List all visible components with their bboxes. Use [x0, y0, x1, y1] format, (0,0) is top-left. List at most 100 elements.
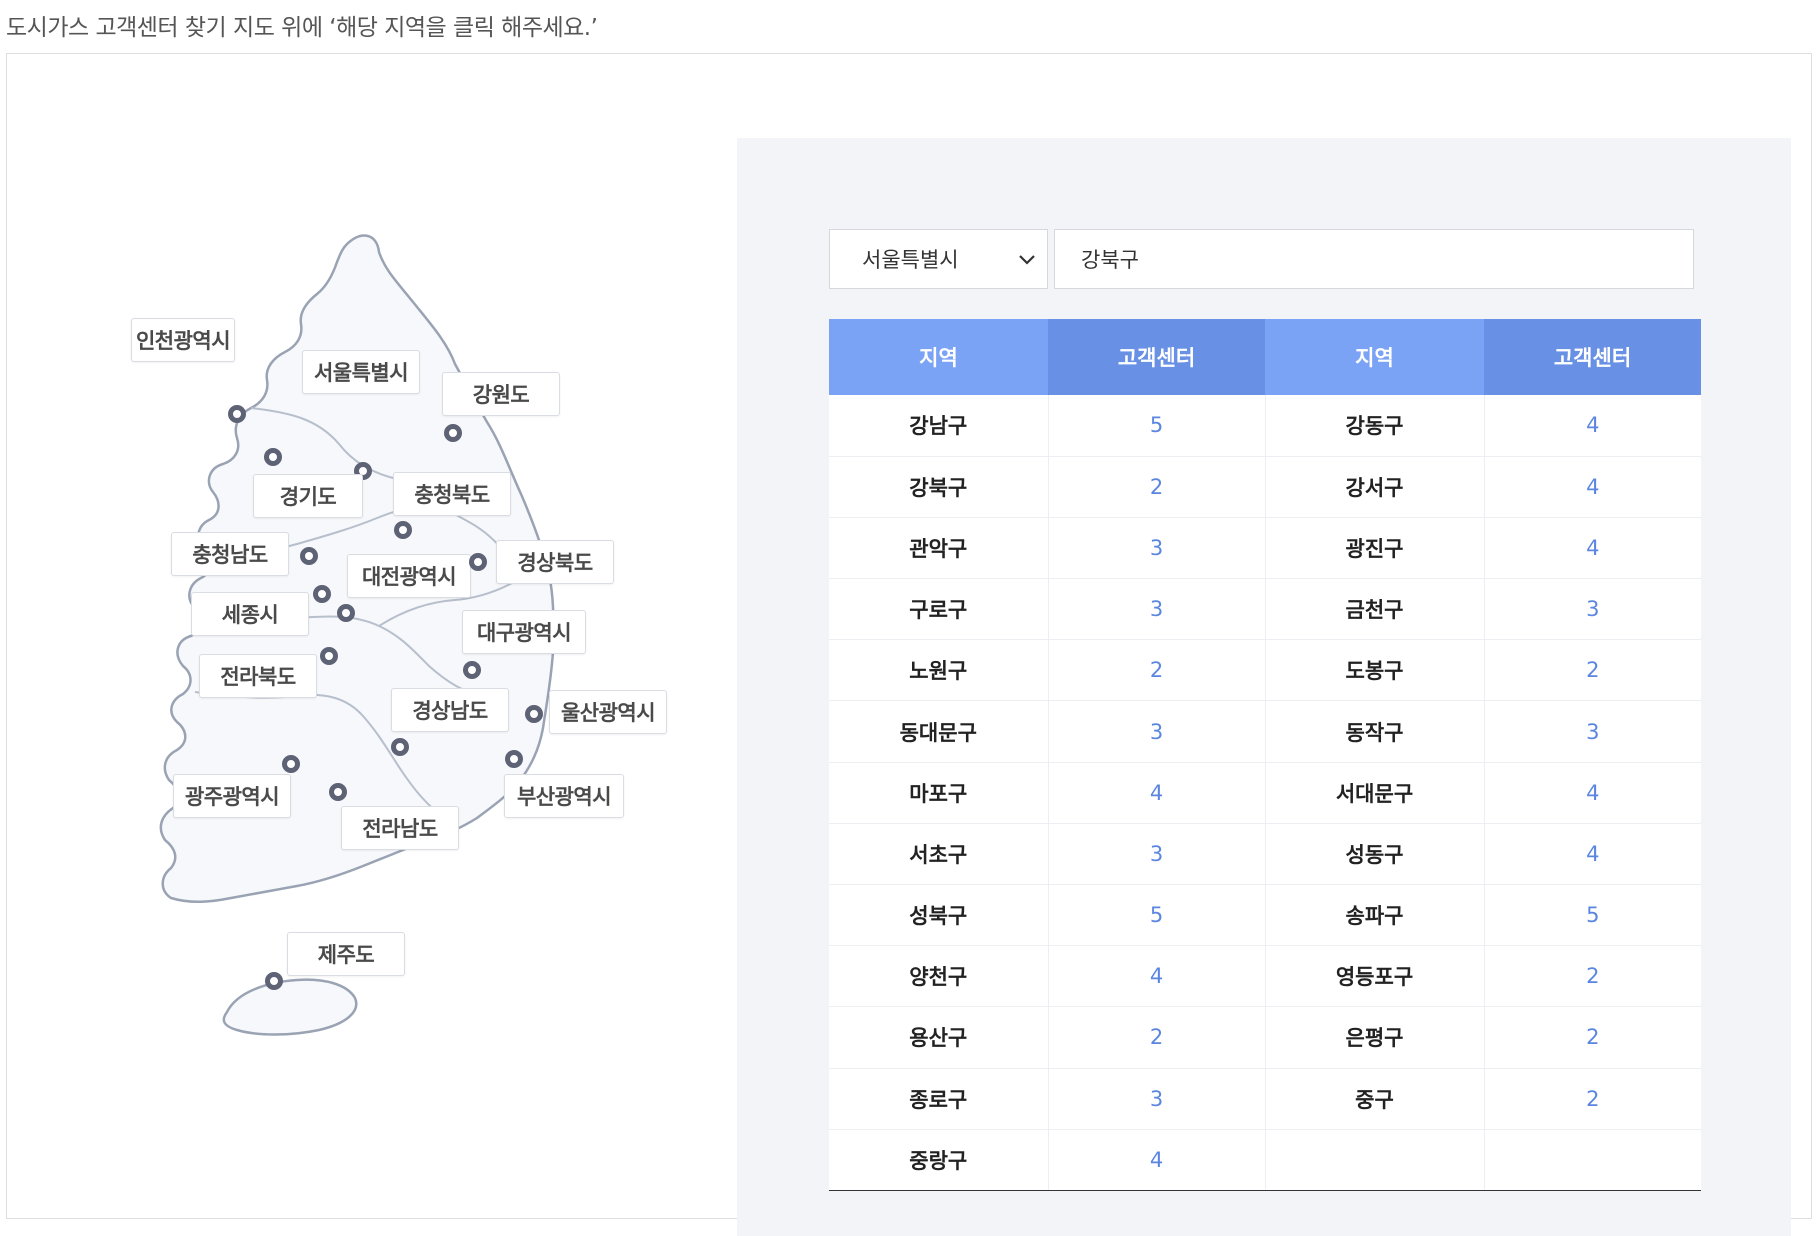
district-cell[interactable]: 중구	[1265, 1068, 1485, 1130]
district-cell[interactable]: 광진구	[1265, 517, 1485, 580]
region-label-incheon[interactable]: 인천광역시	[131, 318, 235, 362]
korea-map[interactable]: 인천광역시 서울특별시 강원도 경기도 충청북도 충청남도 대전광역시 경상북도…	[131, 222, 697, 1042]
region-label-jeonnam[interactable]: 전라남도	[341, 806, 459, 850]
pin-icon-gwangju[interactable]	[282, 755, 300, 773]
region-label-busan[interactable]: 부산광역시	[504, 774, 624, 818]
pin-icon-jeonnam[interactable]	[329, 783, 347, 801]
region-label-ulsan[interactable]: 울산광역시	[549, 690, 667, 734]
district-cell[interactable]: 동작구	[1265, 700, 1485, 763]
column-header-region-2: 지역	[1265, 319, 1484, 395]
district-cell[interactable]: 동대문구	[829, 700, 1049, 763]
district-cell[interactable]: 강동구	[1265, 395, 1485, 457]
district-cell[interactable]: 강남구	[829, 395, 1049, 457]
table-row: 관악구 3 광진구 4	[829, 517, 1701, 580]
district-cell[interactable]: 관악구	[829, 517, 1049, 580]
district-cell[interactable]: 구로구	[829, 578, 1049, 641]
page-intro-text: 도시가스 고객센터 찾기 지도 위에 ‘해당 지역을 클릭 해주세요.’	[6, 15, 598, 41]
pin-icon-gyeongbuk[interactable]	[469, 553, 487, 571]
region-label-sejong[interactable]: 세종시	[191, 592, 309, 636]
center-count-cell: 4	[1484, 395, 1701, 457]
pin-icon-daegu[interactable]	[463, 661, 481, 679]
district-cell[interactable]: 서초구	[829, 823, 1049, 886]
region-label-daejeon[interactable]: 대전광역시	[347, 554, 471, 598]
center-count-cell: 5	[1048, 884, 1266, 947]
table-row: 양천구 4 영등포구 2	[829, 945, 1701, 1008]
pin-icon-daejeon[interactable]	[313, 585, 331, 603]
center-count-cell: 4	[1484, 456, 1701, 518]
pin-icon-seoul[interactable]	[264, 448, 282, 466]
center-count-cell: 5	[1484, 884, 1701, 947]
district-cell[interactable]: 금천구	[1265, 578, 1485, 641]
district-cell[interactable]: 강서구	[1265, 456, 1485, 518]
district-cell[interactable]: 도봉구	[1265, 639, 1485, 702]
center-count-cell	[1484, 1129, 1701, 1191]
center-count-cell: 3	[1048, 823, 1266, 886]
district-cell[interactable]: 서대문구	[1265, 762, 1485, 824]
center-count-cell: 2	[1484, 945, 1701, 1008]
district-cell[interactable]: 강북구	[829, 456, 1049, 518]
table-row: 성북구 5 송파구 5	[829, 884, 1701, 947]
region-label-jeonbuk[interactable]: 전라북도	[199, 654, 317, 698]
table-row: 강북구 2 강서구 4	[829, 456, 1701, 518]
region-label-daegu[interactable]: 대구광역시	[462, 610, 586, 654]
center-count-cell: 3	[1048, 700, 1266, 763]
pin-icon-ulsan[interactable]	[525, 705, 543, 723]
district-cell[interactable]: 송파구	[1265, 884, 1485, 947]
results-panel: 서울특별시 강북구 지역 고객센터 지역 고객센터 강남구 5 강동구 4 강북구 2 강서…	[737, 138, 1791, 1236]
region-label-gwangju[interactable]: 광주광역시	[173, 774, 291, 818]
center-count-cell: 3	[1484, 578, 1701, 641]
column-header-centers-2: 고객센터	[1484, 319, 1701, 395]
district-cell[interactable]: 성동구	[1265, 823, 1485, 886]
center-count-cell: 4	[1048, 1129, 1266, 1191]
district-cell[interactable]: 은평구	[1265, 1006, 1485, 1069]
region-label-seoul[interactable]: 서울특별시	[302, 350, 420, 394]
pin-icon-jeonbuk[interactable]	[320, 647, 338, 665]
table-row: 노원구 2 도봉구 2	[829, 639, 1701, 702]
center-count-cell: 2	[1484, 1068, 1701, 1130]
region-label-gyeonggi[interactable]: 경기도	[253, 474, 363, 518]
pin-icon-sejong[interactable]	[337, 604, 355, 622]
center-count-cell: 3	[1484, 700, 1701, 763]
center-count-cell: 4	[1484, 762, 1701, 824]
center-count-cell: 3	[1048, 1068, 1266, 1130]
center-count-cell: 4	[1484, 823, 1701, 886]
center-count-cell: 4	[1484, 517, 1701, 580]
chevron-down-icon	[1019, 255, 1035, 265]
center-count-cell: 4	[1048, 945, 1266, 1008]
center-count-cell: 2	[1048, 1006, 1266, 1069]
pin-icon-incheon[interactable]	[228, 405, 246, 423]
city-select[interactable]: 서울특별시	[829, 229, 1048, 289]
region-label-gyeongnam[interactable]: 경상남도	[391, 688, 509, 732]
center-count-cell: 5	[1048, 395, 1266, 457]
center-count-cell: 2	[1484, 639, 1701, 702]
region-label-chungbuk[interactable]: 충청북도	[393, 472, 511, 516]
table-header-row: 지역 고객센터 지역 고객센터	[829, 319, 1701, 395]
pin-icon-chungbuk[interactable]	[394, 521, 412, 539]
district-cell[interactable]: 노원구	[829, 639, 1049, 702]
district-cell[interactable]: 성북구	[829, 884, 1049, 947]
table-row: 서초구 3 성동구 4	[829, 823, 1701, 886]
region-label-jeju[interactable]: 제주도	[287, 932, 405, 976]
region-label-gyeongbuk[interactable]: 경상북도	[496, 540, 614, 584]
pin-icon-gangwon[interactable]	[444, 424, 462, 442]
district-cell[interactable]: 중랑구	[829, 1129, 1049, 1191]
district-cell[interactable]: 마포구	[829, 762, 1049, 824]
district-cell[interactable]: 용산구	[829, 1006, 1049, 1069]
pin-icon-jeju[interactable]	[265, 972, 283, 990]
district-cell[interactable]: 종로구	[829, 1068, 1049, 1130]
district-field-value: 강북구	[1081, 248, 1139, 272]
pin-icon-gyeongnam[interactable]	[391, 738, 409, 756]
center-count-cell: 2	[1484, 1006, 1701, 1069]
column-header-region: 지역	[829, 319, 1048, 395]
center-count-cell: 3	[1048, 517, 1266, 580]
pin-icon-busan[interactable]	[505, 750, 523, 768]
city-select-value: 서울특별시	[862, 248, 959, 272]
column-header-centers: 고객센터	[1048, 319, 1265, 395]
district-cell[interactable]: 양천구	[829, 945, 1049, 1008]
region-label-chungnam[interactable]: 충청남도	[171, 532, 289, 576]
pin-icon-chungnam[interactable]	[300, 547, 318, 565]
district-cell[interactable]: 영등포구	[1265, 945, 1485, 1008]
district-field[interactable]: 강북구	[1054, 229, 1694, 289]
table-row: 구로구 3 금천구 3	[829, 578, 1701, 641]
region-label-gangwon[interactable]: 강원도	[442, 372, 560, 416]
